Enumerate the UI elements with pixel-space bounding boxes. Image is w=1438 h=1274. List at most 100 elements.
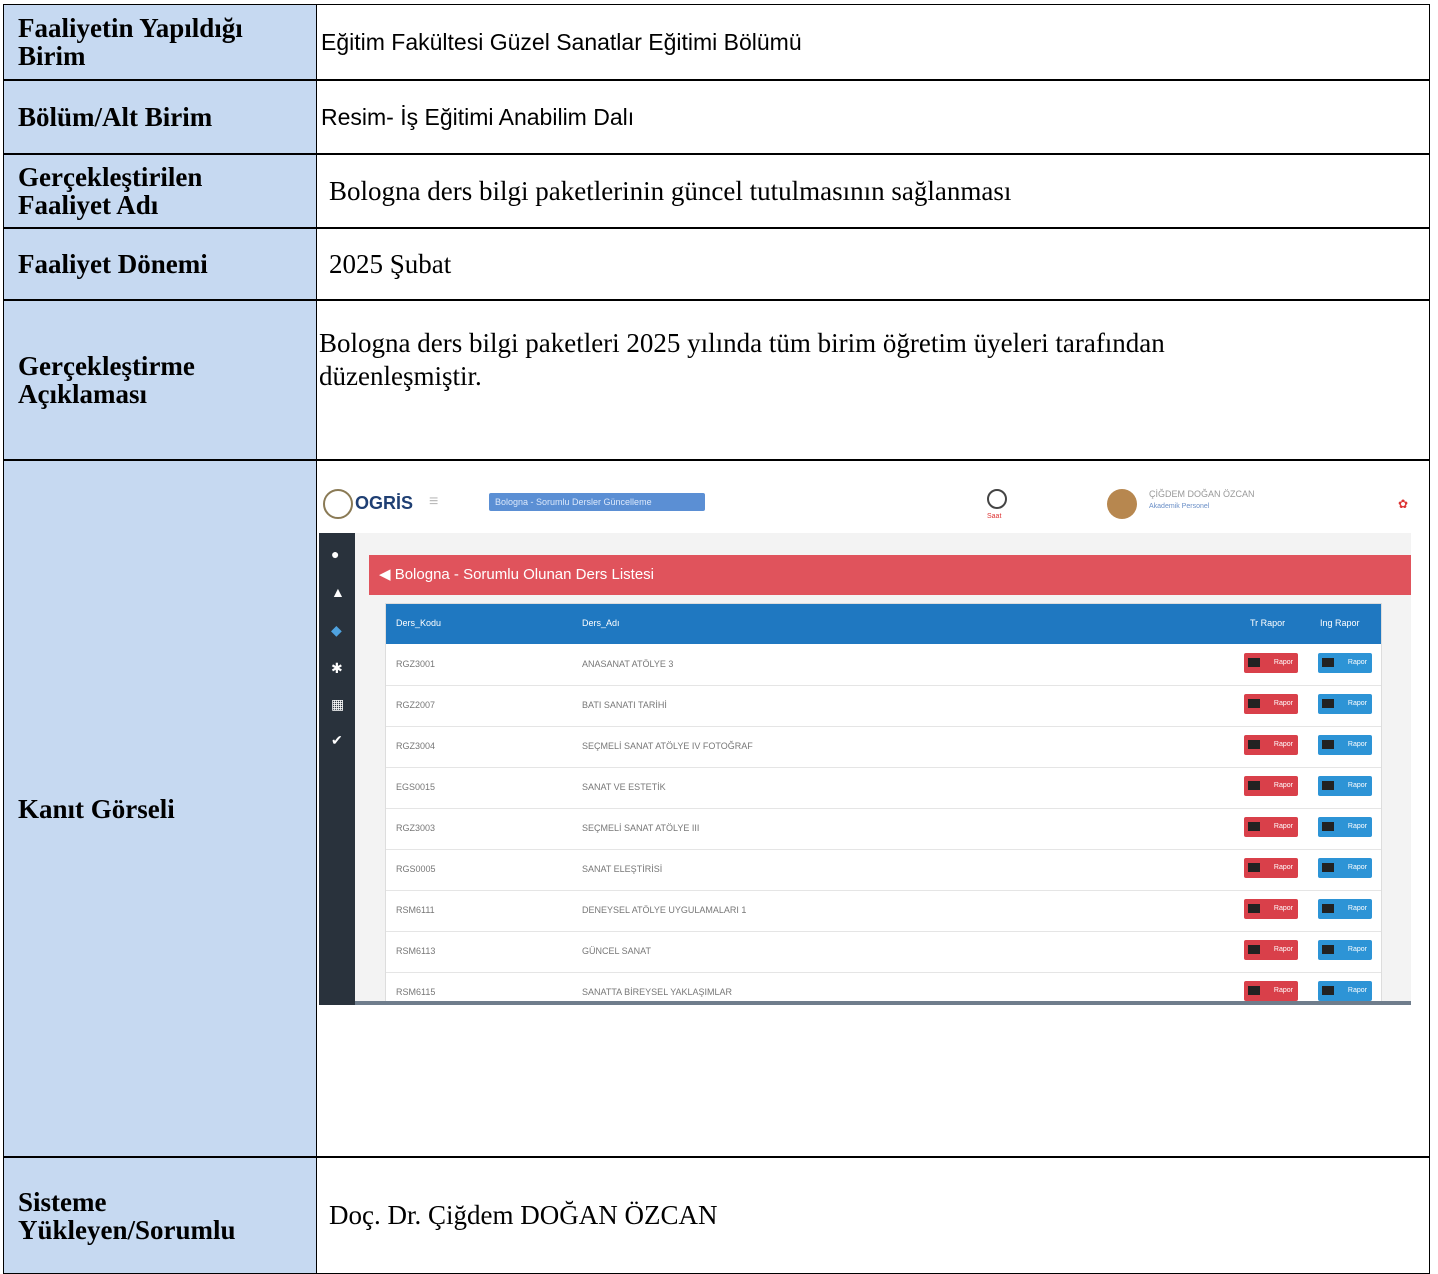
table-icon[interactable]: ▦ (331, 697, 345, 711)
breadcrumb[interactable]: Bologna - Sorumlu Dersler Güncelleme (489, 493, 705, 511)
button-label: Rapor (1347, 864, 1367, 871)
button-label: Rapor (1273, 946, 1293, 953)
label-line: Kanıt Görseli (18, 793, 175, 824)
button-label: Rapor (1347, 741, 1367, 748)
label-cell: Sisteme Yükleyen/Sorumlu (3, 1157, 317, 1274)
tr-report-button[interactable]: Rapor (1244, 776, 1298, 796)
table-row: RGZ2007 BATI SANATI TARİHİ Rapor Rapor (386, 685, 1381, 727)
table-row-period: Faaliyet Dönemi 2025 Şubat (3, 228, 1430, 300)
ing-report-button[interactable]: Rapor (1318, 735, 1372, 755)
course-code: RSM6115 (396, 987, 436, 997)
table-row-activity-name: Gerçekleştirilen Faaliyet Adı Bologna der… (3, 154, 1430, 228)
table-row: RSM6111 DENEYSEL ATÖLYE UYGULAMALARI 1 Rap… (386, 890, 1381, 932)
printer-icon (1248, 740, 1260, 749)
label-cell: Kanıt Görseli (3, 460, 317, 1157)
course-name: SANAT VE ESTETİK (582, 782, 666, 792)
button-label: Rapor (1273, 987, 1293, 994)
logo-ring-icon (323, 489, 353, 519)
table-header: Ders_Kodu Ders_Adı Tr Rapor Ing Rapor (386, 604, 1381, 644)
button-label: Rapor (1273, 659, 1293, 666)
star-icon[interactable]: ✱ (331, 661, 345, 675)
avatar[interactable] (1107, 489, 1137, 519)
button-label: Rapor (1347, 823, 1367, 830)
tr-report-button[interactable]: Rapor (1244, 940, 1298, 960)
printer-icon (1248, 781, 1260, 790)
button-label: Rapor (1273, 905, 1293, 912)
course-code: RSM6111 (396, 905, 435, 915)
table-row: EGS0015 SANAT VE ESTETİK Rapor Rapor (386, 767, 1381, 809)
printer-icon (1248, 863, 1260, 872)
description-line: Bologna ders bilgi paketleri 2025 yılınd… (319, 328, 1165, 358)
ing-report-button[interactable]: Rapor (1318, 776, 1372, 796)
tr-report-button[interactable]: Rapor (1244, 899, 1298, 919)
course-code: RSM6113 (396, 946, 436, 956)
ing-report-button[interactable]: Rapor (1318, 981, 1372, 1001)
label-cell: Gerçekleştirilen Faaliyet Adı (3, 154, 317, 228)
ing-report-button[interactable]: Rapor (1318, 694, 1372, 714)
tr-report-button[interactable]: Rapor (1244, 858, 1298, 878)
hamburger-menu-icon[interactable]: ≡ (429, 493, 438, 511)
button-label: Rapor (1347, 700, 1367, 707)
button-label: Rapor (1347, 782, 1367, 789)
value-cell: Bologna ders bilgi paketleri 2025 yılınd… (317, 300, 1430, 460)
printer-icon (1248, 945, 1260, 954)
user-name[interactable]: ÇİĞDEM DOĞAN ÖZCAN (1149, 489, 1255, 499)
button-label: Rapor (1273, 741, 1293, 748)
course-name: SANATTA BİREYSEL YAKLAŞIMLAR (582, 987, 733, 997)
course-name: SANAT ELEŞTİRİSİ (582, 864, 663, 874)
tr-report-button[interactable]: Rapor (1244, 817, 1298, 837)
column-header[interactable]: Ing Rapor (1320, 618, 1360, 628)
button-label: Rapor (1273, 700, 1293, 707)
course-name: GÜNCEL SANAT (582, 946, 652, 956)
info-icon[interactable]: ● (331, 547, 345, 561)
ing-report-button[interactable]: Rapor (1318, 858, 1372, 878)
gear-icon[interactable]: ✿ (1398, 497, 1408, 511)
check-icon[interactable]: ✔ (331, 733, 345, 747)
comments-icon[interactable]: ◆ (331, 623, 345, 637)
panel-header[interactable]: ◀ Bologna - Sorumlu Olunan Ders Listesi (369, 555, 1411, 595)
tr-report-button[interactable]: Rapor (1244, 653, 1298, 673)
column-header[interactable]: Tr Rapor (1250, 618, 1285, 628)
value-cell: Bologna ders bilgi paketlerinin güncel t… (317, 154, 1430, 228)
column-header[interactable]: Ders_Adı (582, 618, 620, 628)
app-sidebar: ● ▲ ◆ ✱ ▦ ✔ (319, 533, 355, 1005)
course-code: RGZ2007 (396, 700, 436, 710)
course-name: SEÇMELİ SANAT ATÖLYE III (582, 823, 700, 833)
course-code: RGZ3001 (396, 659, 436, 669)
button-label: Rapor (1273, 823, 1293, 830)
tr-report-button[interactable]: Rapor (1244, 735, 1298, 755)
table-row: RGZ3003 SEÇMELİ SANAT ATÖLYE III Rapor Rapo… (386, 808, 1381, 850)
value-cell: Resim- İş Eğitimi Anabilim Dalı (317, 80, 1430, 154)
course-table: Ders_Kodu Ders_Adı Tr Rapor Ing Rapor RG… (385, 603, 1382, 1005)
ing-report-button[interactable]: Rapor (1318, 817, 1372, 837)
printer-icon (1322, 986, 1334, 995)
clock-icon[interactable] (987, 489, 1007, 509)
printer-icon (1322, 781, 1334, 790)
printer-icon (1248, 822, 1260, 831)
ing-report-button[interactable]: Rapor (1318, 940, 1372, 960)
tr-report-button[interactable]: Rapor (1244, 981, 1298, 1001)
clock-label: Saat (987, 513, 1002, 520)
ing-report-button[interactable]: Rapor (1318, 899, 1372, 919)
table-row-unit: Faaliyetin Yapıldığı Birim Eğitim Fakülte… (3, 4, 1430, 80)
printer-icon (1248, 986, 1260, 995)
button-label: Rapor (1273, 864, 1293, 871)
ing-report-button[interactable]: Rapor (1318, 653, 1372, 673)
button-label: Rapor (1347, 659, 1367, 666)
course-code: RGS0005 (396, 864, 436, 874)
table-row: RGZ3001 ANASANAT ATÖLYE 3 Rapor Rapor (386, 644, 1381, 686)
course-code: RGZ3004 (396, 741, 436, 751)
evidence-screenshot: OGRİS ≡ Bologna - Sorumlu Dersler Güncel… (319, 475, 1411, 1005)
label-line: Sisteme (18, 1186, 107, 1217)
column-header[interactable]: Ders_Kodu (396, 618, 441, 628)
printer-icon (1322, 699, 1334, 708)
taskbar (355, 1001, 1411, 1005)
printer-icon (1322, 740, 1334, 749)
user-icon[interactable]: ▲ (331, 585, 345, 599)
tr-report-button[interactable]: Rapor (1244, 694, 1298, 714)
printer-icon (1322, 822, 1334, 831)
label-line: Faaliyetin Yapıldığı (18, 13, 243, 43)
label-line: Açıklaması (18, 379, 148, 409)
course-code: EGS0015 (396, 782, 436, 792)
label-cell: Bölüm/Alt Birim (3, 80, 317, 154)
